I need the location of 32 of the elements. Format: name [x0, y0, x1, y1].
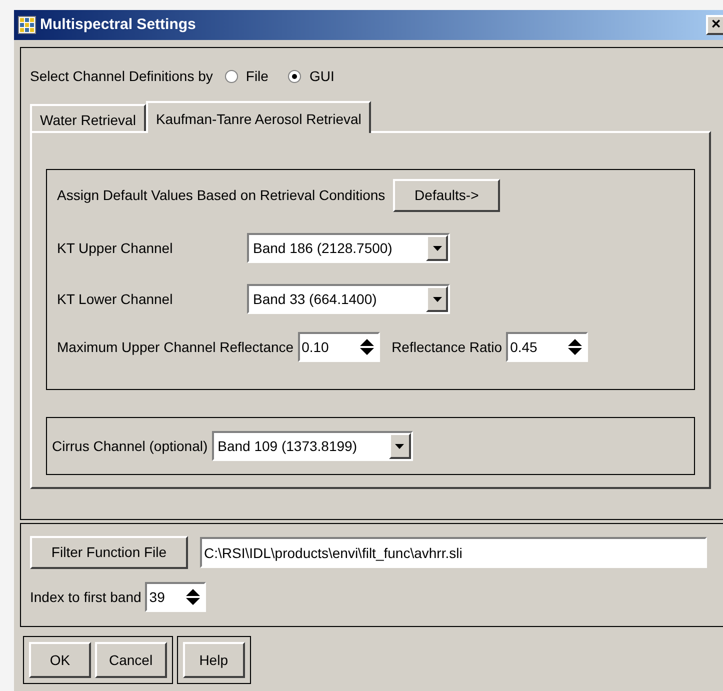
spin-field[interactable]: 39 [145, 582, 206, 612]
button[interactable]: Help [182, 642, 245, 678]
label: KT Lower Channel [57, 290, 174, 308]
button[interactable]: Cancel [95, 642, 167, 678]
label: Maximum Upper Channel Reflectance [57, 338, 294, 357]
window-title: Multispectral Settings [40, 14, 197, 35]
spin-field[interactable]: 0.10 [298, 332, 380, 362]
spin-arrows-icon[interactable] [360, 339, 374, 355]
dropdown[interactable]: Band 33 (664.1400) [247, 284, 450, 314]
label: Cirrus Channel (optional) [52, 436, 208, 456]
label: KT Upper Channel [57, 238, 174, 258]
close-button[interactable]: × [706, 15, 723, 35]
spin-arrows-icon[interactable] [568, 339, 582, 355]
grid-icon [18, 16, 36, 34]
button[interactable]: OK [29, 642, 91, 678]
dropdown[interactable]: Band 186 (2128.7500) [247, 233, 450, 263]
spin-arrows-icon[interactable] [186, 589, 200, 605]
caret-icon [395, 444, 404, 448]
label: Assign Default Values Based on Retrieval Conditions [57, 186, 386, 205]
radio-option[interactable]: GUI [288, 66, 334, 86]
dropdown[interactable]: Band 109 (1373.8199) [212, 431, 413, 461]
file-path-field[interactable]: C:\RSI\IDL\products\envi\filt_func\avhrr.sli [200, 537, 707, 568]
button[interactable]: Filter Function File [30, 536, 188, 569]
label: Reflectance Ratio [392, 338, 502, 356]
caret-icon [432, 246, 442, 250]
spin-field[interactable]: 0.45 [506, 332, 588, 362]
caret-icon [432, 296, 442, 302]
radio-option[interactable]: File [224, 66, 268, 86]
tab[interactable]: Kaufman-Tanre Aerosol Retrieval [146, 101, 372, 133]
radio-group-label: Select Channel Definitions by [30, 66, 213, 86]
button[interactable]: Defaults-> [393, 179, 500, 212]
label: Index to first band [30, 588, 142, 606]
